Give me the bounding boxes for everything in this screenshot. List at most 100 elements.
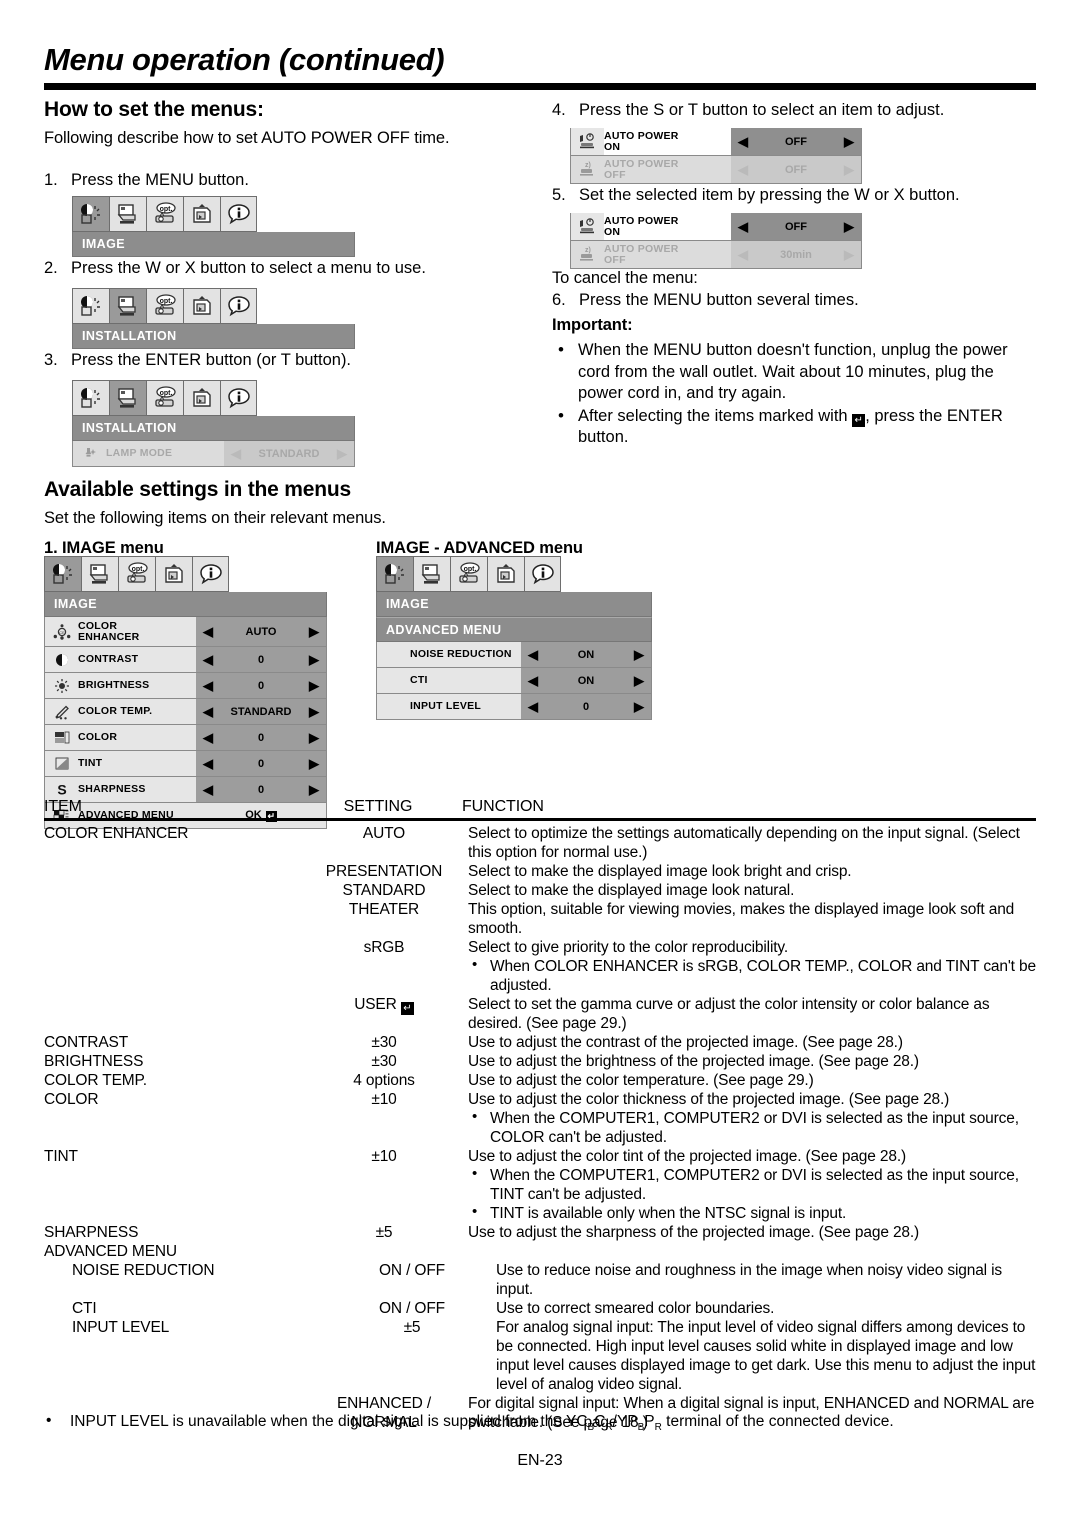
left-arrow-icon[interactable]: ◀ (528, 648, 538, 661)
right-arrow-icon[interactable]: ▶ (309, 731, 319, 744)
left-arrow-icon[interactable]: ◀ (738, 248, 748, 261)
osd-row-tint[interactable]: TINT ◀ 0 ▶ (44, 751, 327, 777)
osd-row-auto-power-on[interactable]: AUTO POWER ON ◀ OFF ▶ (570, 213, 862, 241)
osd-row-color[interactable]: COLOR ◀ 0 ▶ (44, 725, 327, 751)
image-tab-icon[interactable] (72, 380, 109, 416)
left-arrow-icon[interactable]: ◀ (528, 674, 538, 687)
information-tab-icon[interactable] (220, 288, 257, 324)
table-cell-function-text: Use to adjust the color tint of the proj… (468, 1148, 906, 1165)
installation-tab-icon[interactable] (109, 196, 146, 232)
osd-row-value-control[interactable]: ◀ OFF ▶ (731, 128, 861, 155)
osd-row-value-control[interactable]: ◀ 0 ▶ (196, 647, 326, 672)
feature-tab-icon[interactable] (183, 288, 220, 324)
step-5-text: Set the selected item by pressing the W … (579, 186, 960, 204)
option-tab-icon[interactable]: opt. (118, 556, 155, 592)
osd-row-auto-power-off[interactable]: z) AUTO POWER OFF ◀ OFF ▶ (570, 156, 862, 184)
right-arrow-icon[interactable]: ▶ (844, 163, 854, 176)
left-arrow-icon[interactable]: ◀ (738, 135, 748, 148)
information-tab-icon[interactable] (524, 556, 561, 592)
table-cell-setting: PRESENTATION (325, 863, 443, 880)
title-rule (44, 83, 1036, 90)
right-arrow-icon[interactable]: ▶ (309, 757, 319, 770)
auto-power-off-icon: z) (571, 156, 604, 183)
table-row: THEATER This option, suitable for viewin… (44, 900, 1036, 938)
osd-row-value-control[interactable]: ◀ OFF ▶ (731, 156, 861, 183)
installation-tab-icon[interactable] (81, 556, 118, 592)
image-tab-icon[interactable] (44, 556, 81, 592)
option-tab-icon[interactable]: opt. (146, 288, 183, 324)
option-tab-icon[interactable]: opt. (450, 556, 487, 592)
osd-row-color-temp[interactable]: COLOR TEMP. ◀ STANDARD ▶ (44, 699, 327, 725)
left-arrow-icon[interactable]: ◀ (203, 783, 213, 796)
osd-row-auto-power-on[interactable]: AUTO POWER ON ◀ OFF ▶ (570, 128, 862, 156)
osd-row-label: CTI (410, 674, 428, 686)
right-arrow-icon[interactable]: ▶ (309, 625, 319, 638)
installation-tab-icon[interactable] (109, 288, 146, 324)
option-tab-icon[interactable]: opt. (146, 380, 183, 416)
feature-tab-icon[interactable] (183, 196, 220, 232)
left-arrow-icon[interactable]: ◀ (203, 757, 213, 770)
feature-tab-icon[interactable] (155, 556, 192, 592)
left-arrow-icon[interactable]: ◀ (203, 679, 213, 692)
installation-tab-icon[interactable] (109, 380, 146, 416)
osd-row-lamp-mode[interactable]: LAMP MODE ◀ STANDARD ▶ (72, 441, 355, 467)
right-arrow-icon[interactable]: ▶ (844, 248, 854, 261)
right-arrow-icon[interactable]: ▶ (634, 700, 644, 713)
osd-row-noise-reduction[interactable]: NOISE REDUCTION ◀ ON ▶ (376, 642, 652, 668)
left-arrow-icon[interactable]: ◀ (738, 220, 748, 233)
osd-row-value-control[interactable]: ◀ OFF ▶ (731, 213, 861, 240)
right-arrow-icon[interactable]: ▶ (634, 648, 644, 661)
osd-row-value-control[interactable]: ◀ 0 ▶ (196, 673, 326, 698)
how-to-intro: Following describe how to set AUTO POWER… (44, 129, 450, 147)
information-tab-icon[interactable] (220, 196, 257, 232)
osd-row-contrast[interactable]: CONTRAST ◀ 0 ▶ (44, 647, 327, 673)
important-item-2: • After selecting the items marked with … (552, 406, 1042, 449)
osd-row-value: 0 (257, 783, 265, 796)
feature-tab-icon[interactable] (487, 556, 524, 592)
osd-row-color-enhancer[interactable]: CE COLOR ENHANCER ◀ AUTO ▶ (44, 617, 327, 647)
information-tab-icon[interactable] (220, 380, 257, 416)
osd-row-value-control[interactable]: ◀ AUTO ▶ (196, 617, 326, 646)
feature-tab-icon[interactable] (183, 380, 220, 416)
svg-text:opt.: opt. (160, 298, 173, 305)
image-tab-icon[interactable] (72, 288, 109, 324)
right-arrow-icon[interactable]: ▶ (309, 705, 319, 718)
left-arrow-icon[interactable]: ◀ (203, 731, 213, 744)
installation-tab-icon[interactable] (413, 556, 450, 592)
osd-row-cti[interactable]: CTI ◀ ON ▶ (376, 668, 652, 694)
left-arrow-icon[interactable]: ◀ (738, 163, 748, 176)
left-arrow-icon[interactable]: ◀ (203, 705, 213, 718)
image-tab-icon[interactable] (376, 556, 413, 592)
osd-row-value-control[interactable]: ◀ STANDARD ▶ (224, 441, 354, 466)
table-cell-item (44, 881, 300, 900)
right-arrow-icon[interactable]: ▶ (634, 674, 644, 687)
osd-row-value-control[interactable]: ◀ 0 ▶ (196, 725, 326, 750)
osd-row-value-control[interactable]: ◀ 0 ▶ (521, 694, 651, 719)
osd-row-brightness[interactable]: BRIGHTNESS ◀ 0 ▶ (44, 673, 327, 699)
left-arrow-icon[interactable]: ◀ (528, 700, 538, 713)
right-arrow-icon[interactable]: ▶ (337, 447, 347, 460)
left-arrow-icon[interactable]: ◀ (203, 653, 213, 666)
option-tab-icon[interactable]: opt. (146, 196, 183, 232)
left-arrow-icon[interactable]: ◀ (203, 625, 213, 638)
osd-row-input-level[interactable]: INPUT LEVEL ◀ 0 ▶ (376, 694, 652, 720)
osd-row-value-control[interactable]: ◀ STANDARD ▶ (196, 699, 326, 724)
right-arrow-icon[interactable]: ▶ (309, 653, 319, 666)
osd-row-value-control[interactable]: ◀ 0 ▶ (196, 751, 326, 776)
right-arrow-icon[interactable]: ▶ (844, 135, 854, 148)
osd-row-label: LAMP MODE (106, 447, 173, 459)
image-tab-icon[interactable] (72, 196, 109, 232)
osd-row-value-control[interactable]: ◀ ON ▶ (521, 642, 651, 667)
right-arrow-icon[interactable]: ▶ (309, 783, 319, 796)
right-arrow-icon[interactable]: ▶ (309, 679, 319, 692)
left-arrow-icon[interactable]: ◀ (231, 447, 241, 460)
right-arrow-icon[interactable]: ▶ (844, 220, 854, 233)
table-cell-bullet-text: When COLOR ENHANCER is sRGB, COLOR TEMP.… (490, 958, 1036, 994)
information-tab-icon[interactable] (192, 556, 229, 592)
osd-row-auto-power-off[interactable]: z) AUTO POWER OFF ◀ 30min ▶ (570, 241, 862, 269)
osd-row-value-control[interactable]: ◀ 30min ▶ (731, 241, 861, 268)
osd-row-value-control[interactable]: ◀ ON ▶ (521, 668, 651, 693)
osd-row-value: OFF (785, 163, 807, 176)
osd-row-value: 30min (780, 248, 812, 261)
osd-image-menu: opt. IMAGE CE COLOR ENHANCER ◀ AUTO ▶ CO… (44, 556, 327, 829)
